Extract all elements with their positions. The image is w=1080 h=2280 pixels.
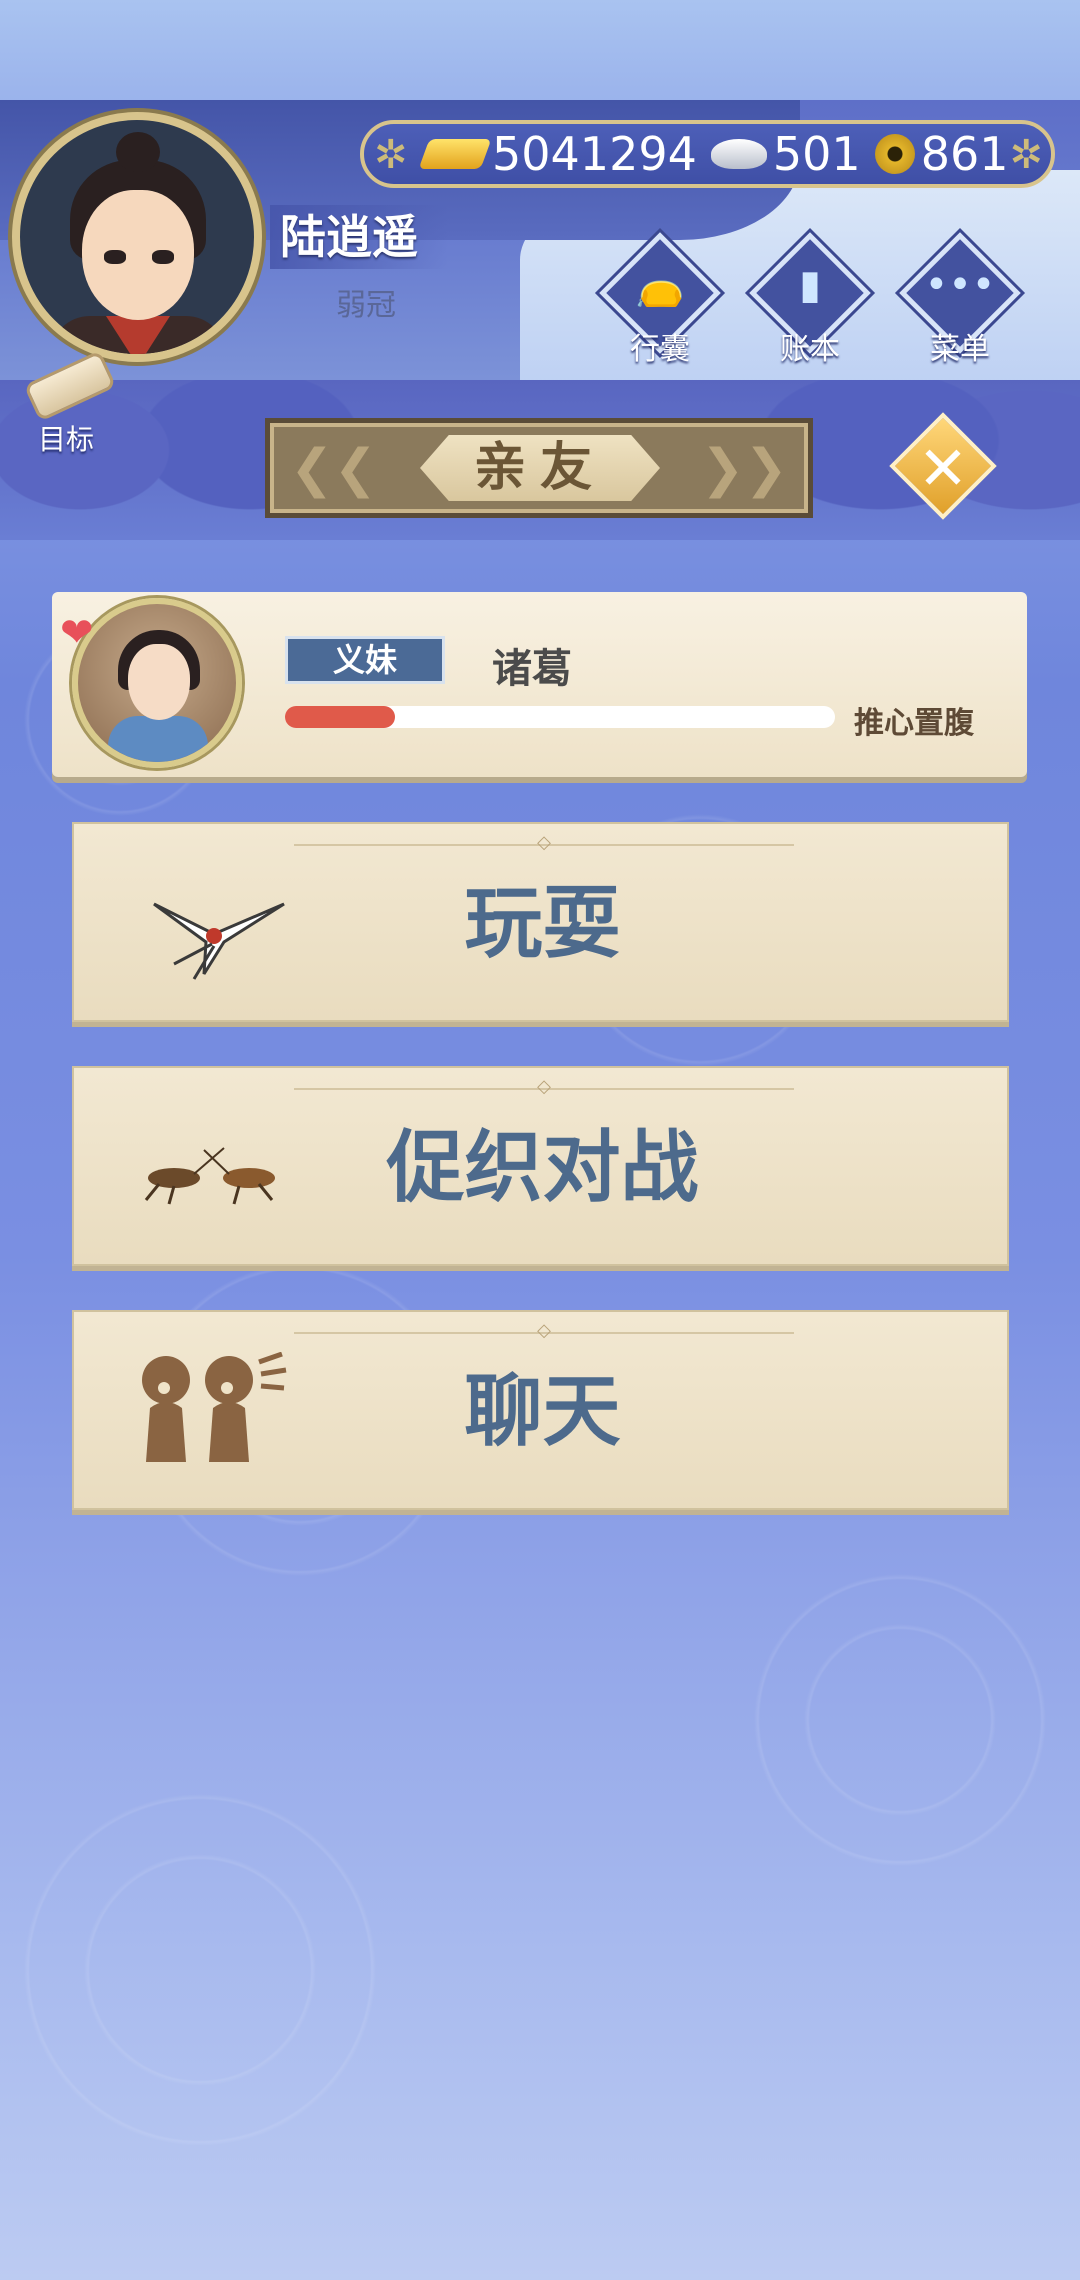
avatar-hair-bun <box>116 132 160 172</box>
action-label: 促织对战 <box>386 1123 699 1213</box>
avatar-face <box>82 190 194 320</box>
gold-amount: 5041294 <box>492 127 697 181</box>
action-label: 玩耍 <box>464 879 621 969</box>
ledger-label: 账本 <box>780 332 840 367</box>
relative-face <box>128 644 190 720</box>
target-label: 目标 <box>37 423 94 456</box>
section-title: 亲友 <box>420 435 660 501</box>
affinity-level: 推心置腹 <box>854 706 974 741</box>
avatar-eye <box>152 250 174 264</box>
ledger-button[interactable]: ▮ 账本 <box>745 232 875 370</box>
player-age-title: 弱冠 <box>336 288 396 323</box>
ledger-icon: ▮ <box>798 262 821 308</box>
bamboo-icon: ✲ <box>1009 132 1043 178</box>
action-label: 聊天 <box>464 1367 621 1457</box>
currency-bar: ✲ 5041294 501 861 ✲ <box>360 120 1055 188</box>
affinity-bar <box>285 706 835 728</box>
relation-tag: 义妹 <box>285 636 445 684</box>
bag-icon: 👝 <box>635 263 685 309</box>
gold-ingot-icon <box>418 139 492 169</box>
chevron-left-icon: ❮❮ <box>290 439 378 499</box>
player-name: 陆逍遥 <box>270 205 448 269</box>
copper-coin-icon <box>874 134 915 174</box>
relative-name: 诸葛 <box>492 646 572 692</box>
bag-label: 行囊 <box>630 332 690 367</box>
affinity-bar-fill <box>285 706 395 728</box>
action-play-button[interactable]: ◇ 玩耍 <box>72 822 1009 1022</box>
heart-icon: ❤ <box>60 610 94 656</box>
relative-robe <box>108 716 208 762</box>
action-cricket-battle-button[interactable]: ◇ 促织对战 <box>72 1066 1009 1266</box>
menu-button[interactable]: ••• 菜单 <box>895 232 1025 370</box>
bamboo-icon: ✲ <box>374 132 408 178</box>
scroll-icon <box>23 350 117 422</box>
coin-amount: 861 <box>920 127 1009 181</box>
player-avatar[interactable] <box>12 112 262 362</box>
silver-amount: 501 <box>772 127 861 181</box>
relation-card: ❤ 义妹 诸葛 推心置腹 <box>52 592 1027 777</box>
relative-avatar[interactable] <box>72 598 242 768</box>
bag-button[interactable]: 👝 行囊 <box>595 232 725 370</box>
section-title-plate: ❮❮ 亲友 ❯❯ <box>265 418 813 518</box>
menu-dots-icon: ••• <box>924 262 996 308</box>
close-icon[interactable]: ✕ <box>900 426 986 512</box>
silver-ingot-icon <box>710 139 767 169</box>
target-button[interactable]: 目标 <box>16 350 117 460</box>
action-chat-button[interactable]: ◇ 聊天 <box>72 1310 1009 1510</box>
menu-label: 菜单 <box>930 332 990 367</box>
avatar-eye <box>104 250 126 264</box>
chevron-right-icon: ❯❯ <box>700 439 788 499</box>
